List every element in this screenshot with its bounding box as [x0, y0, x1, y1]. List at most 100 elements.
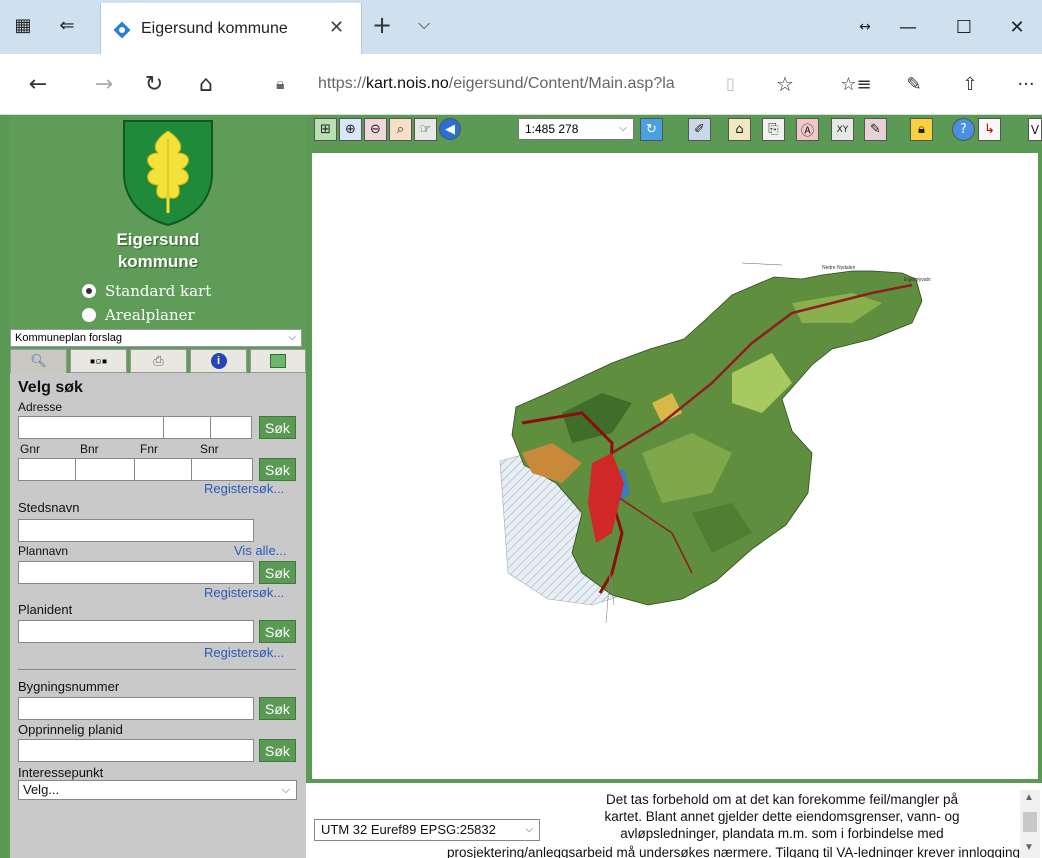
radio-unselected-icon — [82, 308, 96, 322]
tab-legend[interactable]: ▪▫▪ — [70, 349, 127, 373]
zoom-extent-icon[interactable]: ⊞ — [314, 118, 337, 141]
more-menu-icon[interactable]: ··· — [1010, 68, 1042, 100]
url-field[interactable]: 🔒︎ https://kart.nois.no/eigersund/Conten… — [270, 68, 794, 100]
maximize-icon[interactable]: ☐ — [934, 0, 994, 54]
lock-icon[interactable]: 🔒︎ — [910, 118, 933, 141]
previous-view-icon[interactable]: ◀ — [439, 118, 461, 140]
scroll-thumb[interactable] — [1023, 812, 1037, 832]
adresse-number-input[interactable] — [163, 416, 211, 439]
interessepunkt-value: Velg... — [23, 782, 60, 797]
measure-tool-icon[interactable]: ✐ — [688, 118, 711, 141]
minimize-icon[interactable]: — — [878, 0, 938, 54]
tab-actions-icon[interactable]: ▦ — [8, 10, 38, 40]
fnr-input[interactable] — [134, 458, 192, 481]
address-bar: ← → ↻ ⌂ 🔒︎ https://kart.nois.no/eigersun… — [0, 54, 1042, 115]
adresse-letter-input[interactable] — [210, 416, 252, 439]
interessepunkt-select[interactable]: Velg... ⌵ — [18, 780, 297, 800]
municipality-name: Eigersund kommune — [10, 229, 306, 273]
disclaimer-line1: Det tas forbehold om at det kan forekomm… — [606, 792, 958, 807]
layer-select-value: Kommuneplan forslag — [15, 332, 123, 344]
bygningsnummer-sok-button[interactable]: Søk — [259, 697, 296, 720]
pen-icon[interactable]: ✎ — [896, 68, 932, 100]
bnr-input[interactable] — [75, 458, 135, 481]
vis-alle-link[interactable]: Vis alle... — [234, 543, 287, 558]
municipality-map[interactable]: Nedre Nydalen Eigerøyvatn — [312, 153, 1038, 779]
tab-search[interactable]: 🔍︎ — [10, 349, 67, 373]
share-icon[interactable]: ⇧ — [952, 68, 988, 100]
radio-arealplaner[interactable]: Arealplaner — [82, 305, 195, 325]
label-icon[interactable]: Ⓐ — [796, 118, 819, 141]
zoom-in-icon[interactable]: ⊕ — [339, 118, 362, 141]
registersok-link-1[interactable]: Registersøk... — [204, 481, 284, 496]
browser-window: ▦ ⇐ Eigersund kommune ✕ + ⌵ ↔ — ☐ ✕ ← → … — [0, 0, 1042, 858]
measure-area-icon[interactable]: ⌂ — [728, 118, 751, 141]
registersok-link-3[interactable]: Registersøk... — [204, 645, 284, 660]
planident-input[interactable] — [18, 620, 254, 643]
magnifier-icon: 🔍︎ — [30, 354, 47, 369]
document-icon[interactable]: ⎘ — [762, 118, 785, 141]
set-aside-tabs-icon[interactable]: ⇐ — [52, 10, 82, 40]
label-planident: Planident — [18, 602, 73, 617]
draw-icon[interactable]: ✎ — [864, 118, 887, 141]
adresse-street-input[interactable] — [18, 416, 164, 439]
plannavn-sok-button[interactable]: Søk — [259, 561, 296, 584]
scroll-up-icon[interactable]: ▲ — [1024, 792, 1034, 803]
refresh-icon[interactable]: ↻ — [134, 68, 174, 100]
municipality-name-line1: Eigersund — [116, 230, 200, 249]
pan-icon[interactable]: ☞ — [414, 118, 437, 141]
map-label-east: Eigerøyvatn — [904, 277, 931, 283]
tab-list-icon[interactable]: ⌵ — [418, 14, 430, 34]
stedsnavn-input[interactable] — [18, 519, 254, 542]
label-fnr: Fnr — [140, 442, 158, 456]
overflow-tool-icon[interactable]: V — [1028, 118, 1042, 141]
radio-standard-kart[interactable]: Standard kart — [82, 281, 211, 301]
resize-icon[interactable]: ↔ — [850, 0, 880, 54]
registersok-link-2[interactable]: Registersøk... — [204, 585, 284, 600]
scroll-down-icon[interactable]: ▼ — [1024, 842, 1034, 853]
coordinate-system-select[interactable]: UTM 32 Euref89 EPSG:25832 ⌵ — [314, 819, 540, 841]
scale-select[interactable]: 1:485 278 ⌵ — [518, 118, 634, 140]
xy-coordinate-icon[interactable]: XY — [831, 118, 854, 141]
tab-close-icon[interactable]: ✕ — [329, 17, 344, 38]
tab-print[interactable]: ⎙ — [130, 349, 187, 373]
label-adresse: Adresse — [18, 400, 63, 414]
refresh-map-icon[interactable]: ↻ — [640, 118, 663, 141]
matrikkel-sok-button[interactable]: Søk — [259, 458, 296, 481]
tab-map[interactable] — [250, 349, 306, 373]
map-canvas[interactable]: Nedre Nydalen Eigerøyvatn — [312, 153, 1038, 779]
planident-sok-button[interactable]: Søk — [259, 620, 296, 643]
snr-input[interactable] — [191, 458, 253, 481]
forward-icon[interactable]: → — [84, 68, 124, 100]
close-window-icon[interactable]: ✕ — [992, 0, 1042, 54]
layer-select[interactable]: Kommuneplan forslag ⌵ — [10, 329, 302, 347]
back-icon[interactable]: ← — [18, 68, 58, 100]
favorites-list-icon[interactable]: ☆≡ — [838, 68, 874, 100]
adresse-sok-button[interactable]: Søk — [259, 416, 296, 439]
plannavn-input[interactable] — [18, 561, 254, 584]
map-label-north: Nedre Nydalen — [822, 265, 856, 271]
disclaimer-scrollbar[interactable]: ▲ ▼ — [1020, 790, 1040, 858]
coordinate-system-value: UTM 32 Euref89 EPSG:25832 — [321, 822, 496, 837]
zoom-window-icon[interactable]: ⌕ — [389, 118, 412, 141]
divider — [18, 669, 296, 670]
sidebar: Eigersund kommune Standard kart Arealpla… — [10, 115, 306, 858]
tab-eigersund[interactable]: Eigersund kommune ✕ — [100, 3, 362, 54]
axis-icon[interactable]: ↳ — [978, 118, 1001, 141]
panel-title: Velg søk — [18, 379, 83, 396]
bygningsnummer-input[interactable] — [18, 697, 254, 720]
new-tab-icon[interactable]: + — [372, 10, 392, 40]
label-interessepunkt: Interessepunkt — [18, 765, 104, 780]
opprinnelig-sok-button[interactable]: Søk — [259, 739, 296, 762]
help-icon[interactable]: ? — [952, 118, 975, 141]
url-path: /eigersund/Content/Main.asp?la — [448, 75, 675, 92]
opprinnelig-planid-input[interactable] — [18, 739, 254, 762]
gnr-input[interactable] — [18, 458, 76, 481]
reading-view-icon[interactable]: ▯ — [726, 68, 735, 100]
map-app: Eigersund kommune Standard kart Arealpla… — [0, 115, 1042, 858]
label-bnr: Bnr — [80, 442, 99, 456]
home-icon[interactable]: ⌂ — [186, 68, 226, 100]
tab-info[interactable]: i — [190, 349, 247, 373]
chevron-down-icon: ⌵ — [281, 784, 290, 796]
zoom-out-icon[interactable]: ⊖ — [364, 118, 387, 141]
favorite-star-icon[interactable]: ☆ — [776, 68, 794, 100]
